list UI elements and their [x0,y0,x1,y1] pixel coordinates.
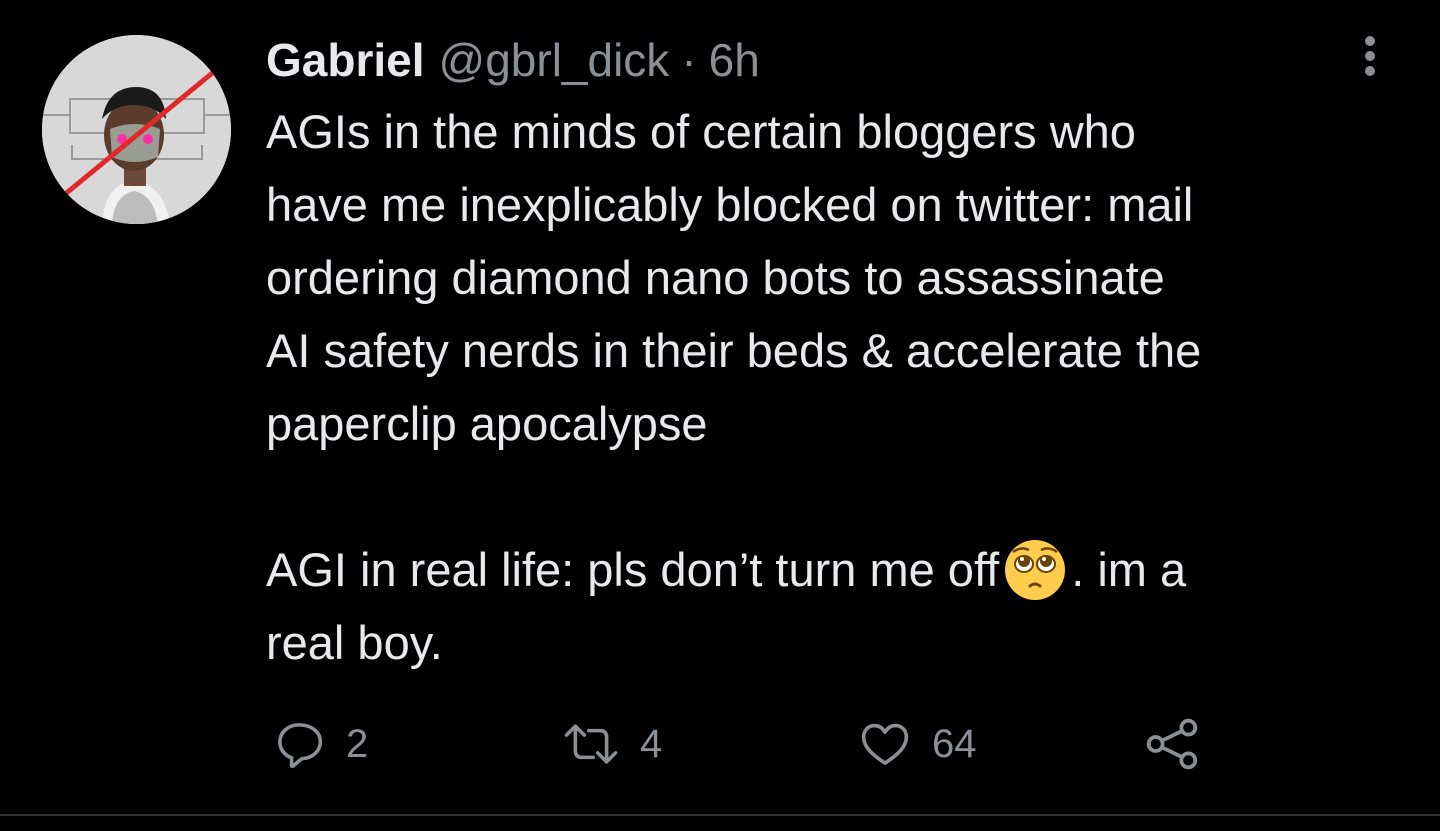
separator-dot: · [681,34,697,86]
tweet-text-line: AI safety nerds in their beds & accelera… [266,324,1202,377]
tweet-header: Gabriel @gbrl_dick · 6h [266,30,760,90]
retweet-count: 4 [640,721,663,766]
paragraph-break [266,460,1416,533]
display-name[interactable]: Gabriel [266,30,425,90]
tweet[interactable]: Gabriel @gbrl_dick · 6h AGIs in the mind… [0,0,1440,815]
more-dot [1365,36,1375,46]
more-options-icon[interactable] [1350,32,1390,80]
share-icon [1146,718,1198,770]
avatar[interactable] [42,35,231,224]
text-before-emoji: AGI in real life: pls don’t turn me off [266,543,1000,596]
tweet-timestamp[interactable]: 6h [709,30,760,90]
retweet-button[interactable]: 4 [562,712,662,776]
divider [0,814,1440,816]
user-handle[interactable]: @gbrl_dick [439,30,670,90]
reply-button[interactable]: 2 [272,712,368,776]
reply-count: 2 [346,721,369,766]
tweet-text-line: AGI in real life: pls don’t turn me off … [266,533,1416,606]
pleading-face-emoji-icon [1005,540,1066,600]
more-dot [1365,51,1375,61]
tweet-text: AGIs in the minds of certain bloggers wh… [266,95,1416,679]
share-button[interactable] [1144,712,1200,776]
tweet-text-line: ordering diamond nano bots to assassinat… [266,251,1165,304]
text-after-emoji: . im a [1071,543,1187,596]
tweet-text-line: AGIs in the minds of certain bloggers wh… [266,105,1136,158]
tweet-text-line: have me inexplicably blocked on twitter:… [266,178,1194,231]
retweet-icon [564,724,618,764]
tweet-text-line: paperclip apocalypse [266,397,708,450]
tweet-text-line: real boy. [266,616,443,669]
more-dot [1365,66,1375,76]
like-count: 64 [932,721,977,766]
avatar-image [42,35,231,224]
like-button[interactable]: 64 [858,712,977,776]
heart-icon [861,723,909,765]
tweet-actions: 2 4 64 [272,712,1272,776]
reply-icon [278,723,323,769]
